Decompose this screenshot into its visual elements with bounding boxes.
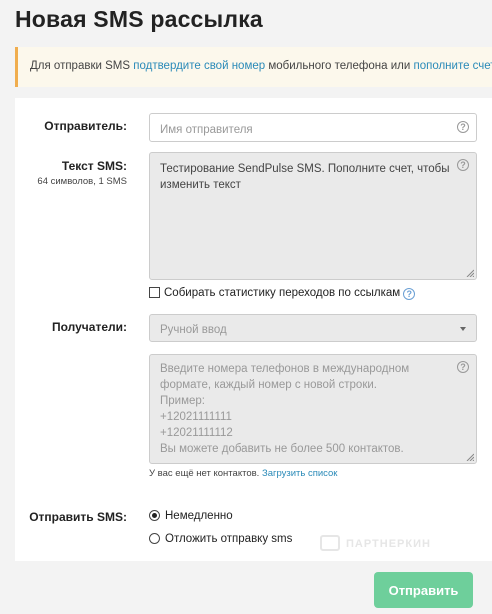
form-footer: Отправить <box>15 561 492 614</box>
collect-stats-label: Собирать статистику переходов по ссылкам <box>164 287 401 299</box>
top-up-link[interactable]: пополните счет <box>413 60 492 72</box>
collect-stats-checkbox[interactable] <box>149 287 160 298</box>
sms-char-counter: 64 символов, 1 SMS <box>37 176 127 187</box>
upload-list-link[interactable]: Загрузить список <box>262 468 338 479</box>
collect-stats-checkbox-row[interactable]: Собирать статистику переходов по ссылкам… <box>149 287 416 300</box>
sms-text-help-icon[interactable]: ? <box>457 159 469 171</box>
watermark: ПАРТНЕРКИН <box>320 535 431 551</box>
alert-text-start: Для отправки SMS <box>30 60 134 72</box>
send-button[interactable]: Отправить <box>374 572 473 608</box>
schedule-radio[interactable] <box>149 533 160 544</box>
placeholder-line: +12021111111 <box>160 411 232 423</box>
sender-placeholder: Имя отправителя <box>160 124 253 136</box>
send-now-radio[interactable] <box>149 510 160 521</box>
sms-text-value: Тестирование SendPulse SMS. Пополните сч… <box>160 163 450 191</box>
verification-alert: Для отправки SMS подтвердите свой номер … <box>15 47 492 87</box>
sender-label: Отправитель: <box>44 119 127 133</box>
page-title: Новая SMS рассылка <box>15 6 263 32</box>
resize-handle-icon[interactable] <box>466 453 474 461</box>
placeholder-line: формате, каждый номер с новой строки. <box>160 379 377 391</box>
sender-help-icon[interactable]: ? <box>457 121 469 133</box>
send-now-option[interactable]: Немедленно <box>149 510 233 522</box>
chevron-down-icon <box>460 327 466 331</box>
sms-campaign-form: Отправитель: Имя отправителя ? Текст SMS… <box>15 98 492 614</box>
send-sms-label: Отправить SMS: <box>29 510 127 524</box>
recipients-selected-value: Ручной ввод <box>160 324 227 336</box>
placeholder-line: Вы можете добавить не более 500 контакто… <box>160 443 404 455</box>
recipients-select[interactable]: Ручной ввод <box>149 314 477 342</box>
sms-text-label: Текст SMS: <box>61 159 127 173</box>
alert-text-middle: мобильного телефона или <box>265 60 414 72</box>
resize-handle-icon[interactable] <box>466 269 474 277</box>
phone-numbers-help-icon[interactable]: ? <box>457 361 469 373</box>
phone-numbers-textarea[interactable]: Введите номера телефонов в международном… <box>149 354 477 464</box>
sms-text-textarea[interactable]: Тестирование SendPulse SMS. Пополните сч… <box>149 152 477 280</box>
confirm-number-link[interactable]: подтвердите свой номер <box>133 60 265 72</box>
schedule-label: Отложить отправку sms <box>165 533 293 545</box>
no-contacts-text: У вас ещё нет контактов. <box>149 468 262 479</box>
placeholder-line: +12021111112 <box>160 427 233 439</box>
phone-numbers-placeholder: Введите номера телефонов в международном… <box>160 361 450 457</box>
schedule-option[interactable]: Отложить отправку sms <box>149 533 292 545</box>
watermark-text: ПАРТНЕРКИН <box>346 538 431 550</box>
placeholder-line: Пример: <box>160 395 205 407</box>
collect-stats-help-icon[interactable]: ? <box>403 288 416 300</box>
send-now-label: Немедленно <box>165 510 233 522</box>
sender-input[interactable]: Имя отправителя ? <box>149 113 477 142</box>
watermark-logo-icon <box>320 535 340 551</box>
recipients-label: Получатели: <box>52 320 127 334</box>
placeholder-line: Введите номера телефонов в международном <box>160 363 410 375</box>
no-contacts-note: У вас ещё нет контактов. Загрузить списо… <box>149 468 337 479</box>
